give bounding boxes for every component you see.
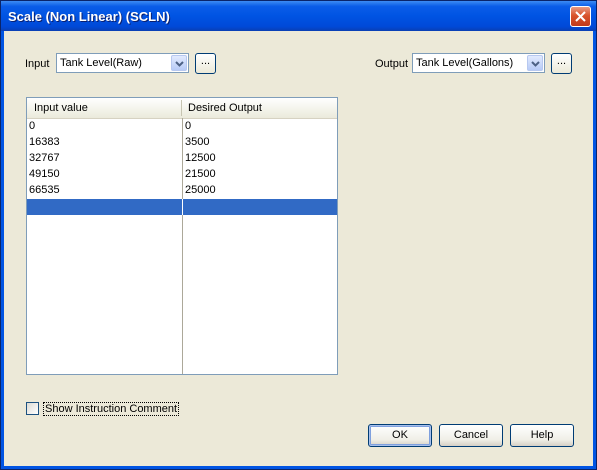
help-button[interactable]: Help	[510, 424, 574, 447]
output-value-cell[interactable]: 12500	[185, 152, 216, 164]
input-value-cell[interactable]: 66535	[29, 184, 60, 196]
input-select[interactable]: Tank Level(Raw)	[56, 53, 189, 73]
output-label: Output	[375, 58, 409, 70]
output-value-cell[interactable]: 3500	[185, 136, 209, 148]
input-value-cell[interactable]: 49150	[29, 168, 60, 180]
chevron-down-icon	[175, 61, 184, 67]
dialog-window: Scale (Non Linear) (SCLN) Input Tank Lev…	[0, 0, 597, 470]
ok-button[interactable]: OK	[368, 424, 432, 447]
column-header-output[interactable]: Desired Output	[188, 102, 262, 114]
table-row[interactable]: 16383 3500	[27, 135, 337, 151]
output-browse-button[interactable]: ...	[551, 53, 572, 74]
cancel-button[interactable]: Cancel	[439, 424, 503, 447]
close-icon	[575, 11, 586, 22]
output-value-cell[interactable]: 25000	[185, 184, 216, 196]
close-button[interactable]	[570, 6, 591, 27]
input-value-cell[interactable]: 16383	[29, 136, 60, 148]
chevron-down-icon	[531, 61, 540, 67]
title-bar[interactable]: Scale (Non Linear) (SCLN)	[1, 1, 596, 31]
output-value-cell[interactable]: 21500	[185, 168, 216, 180]
input-browse-button[interactable]: ...	[195, 53, 216, 74]
dialog-body: Input Tank Level(Raw) ... Output Tank Le…	[4, 31, 593, 466]
input-value-cell[interactable]: 0	[29, 120, 35, 132]
show-comment-label[interactable]: Show Instruction Comment	[43, 402, 180, 416]
column-divider[interactable]	[181, 100, 182, 116]
output-select[interactable]: Tank Level(Gallons)	[412, 53, 545, 73]
selected-row-divider	[182, 199, 183, 215]
table-header: Input value Desired Output	[27, 98, 337, 119]
scale-table[interactable]: Input value Desired Output 0 0 16383 350…	[26, 97, 338, 375]
output-value-cell[interactable]: 0	[185, 120, 191, 132]
table-row-new-selected[interactable]	[27, 199, 337, 215]
table-row[interactable]: 49150 21500	[27, 167, 337, 183]
table-row[interactable]: 0 0	[27, 119, 337, 135]
show-comment-checkbox[interactable]	[26, 402, 39, 415]
input-select-value: Tank Level(Raw)	[60, 57, 142, 69]
column-header-input[interactable]: Input value	[34, 102, 88, 114]
table-row[interactable]: 66535 25000	[27, 183, 337, 199]
input-label: Input	[25, 58, 50, 70]
output-select-value: Tank Level(Gallons)	[416, 57, 514, 69]
table-row[interactable]: 32767 12500	[27, 151, 337, 167]
input-value-cell[interactable]: 32767	[29, 152, 60, 164]
output-dropdown-button[interactable]	[527, 55, 543, 71]
window-title: Scale (Non Linear) (SCLN)	[8, 9, 170, 24]
input-dropdown-button[interactable]	[171, 55, 187, 71]
